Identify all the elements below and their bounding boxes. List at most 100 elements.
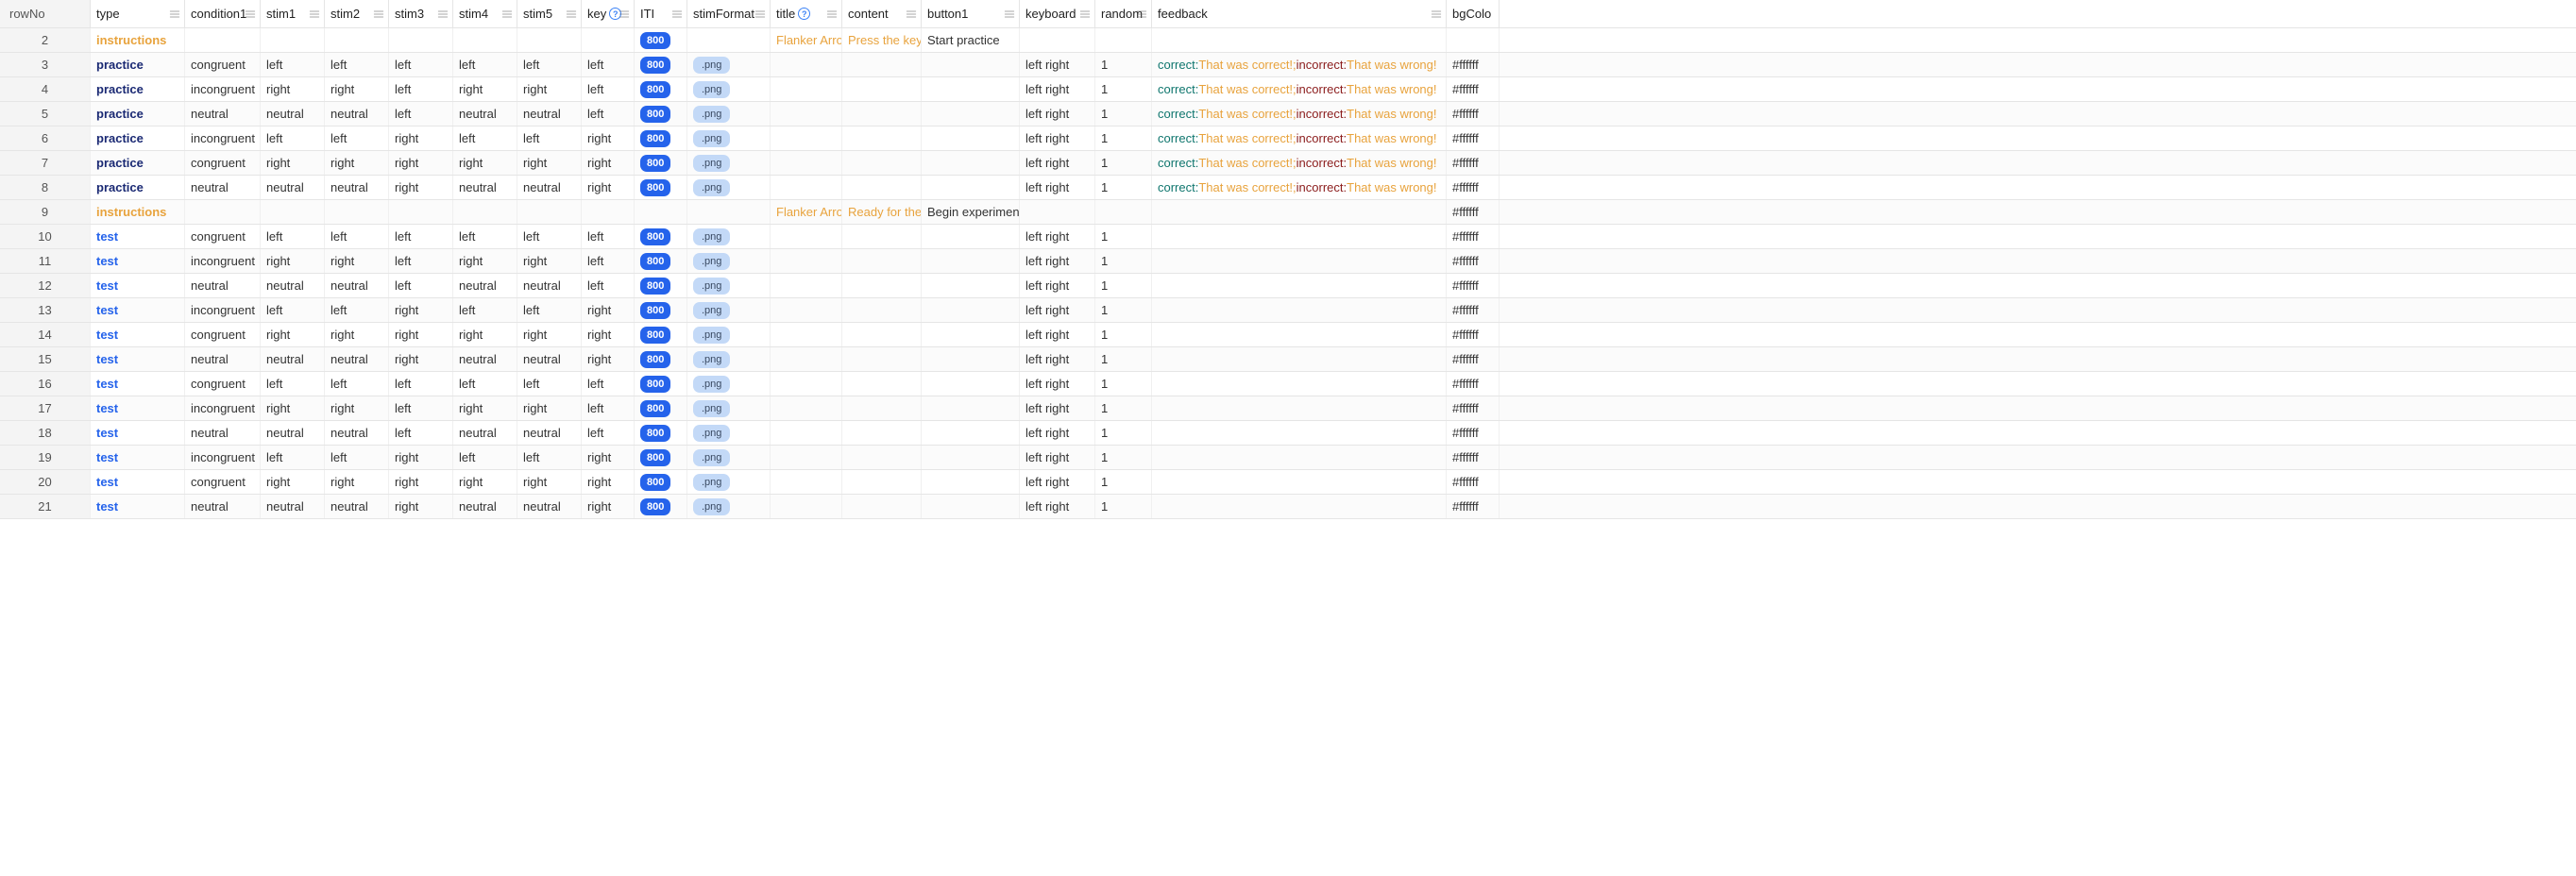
cell-stim4[interactable] — [453, 200, 517, 224]
cell-title[interactable] — [771, 102, 842, 126]
cell-stim3[interactable] — [389, 28, 453, 52]
cell-bgColo[interactable]: #ffffff — [1447, 347, 1500, 371]
cell-rowNo[interactable]: 6 — [0, 126, 91, 150]
cell-stim5[interactable]: left — [517, 372, 582, 396]
cell-stim5[interactable]: right — [517, 323, 582, 346]
header-type[interactable]: type — [91, 0, 185, 27]
cell-key[interactable]: right — [582, 323, 635, 346]
cell-stim2[interactable]: neutral — [325, 347, 389, 371]
header-stimFormat[interactable]: stimFormat — [687, 0, 771, 27]
cell-key[interactable]: left — [582, 421, 635, 445]
cell-stimFormat[interactable]: .png — [687, 298, 771, 322]
cell-key[interactable]: left — [582, 396, 635, 420]
cell-stim5[interactable]: neutral — [517, 274, 582, 297]
cell-random[interactable]: 1 — [1095, 446, 1152, 469]
cell-stim4[interactable]: right — [453, 249, 517, 273]
cell-stim1[interactable]: left — [261, 298, 325, 322]
cell-key[interactable]: left — [582, 274, 635, 297]
cell-ITI[interactable]: 800 — [635, 126, 687, 150]
header-button1[interactable]: button1 — [922, 0, 1020, 27]
cell-random[interactable]: 1 — [1095, 372, 1152, 396]
cell-stim1[interactable] — [261, 200, 325, 224]
cell-random[interactable]: 1 — [1095, 470, 1152, 494]
column-menu-icon[interactable] — [671, 8, 683, 20]
cell-bgColo[interactable]: #ffffff — [1447, 53, 1500, 76]
cell-stim2[interactable]: left — [325, 225, 389, 248]
cell-button1[interactable] — [922, 274, 1020, 297]
cell-stim3[interactable]: right — [389, 298, 453, 322]
cell-feedback[interactable] — [1152, 495, 1447, 518]
cell-stimFormat[interactable]: .png — [687, 126, 771, 150]
cell-title[interactable] — [771, 274, 842, 297]
cell-key[interactable]: left — [582, 372, 635, 396]
cell-key[interactable]: right — [582, 126, 635, 150]
cell-rowNo[interactable]: 7 — [0, 151, 91, 175]
header-condition1[interactable]: condition1 — [185, 0, 261, 27]
cell-bgColo[interactable]: #ffffff — [1447, 274, 1500, 297]
cell-ITI[interactable] — [635, 200, 687, 224]
cell-stimFormat[interactable]: .png — [687, 274, 771, 297]
cell-rowNo[interactable]: 12 — [0, 274, 91, 297]
cell-title[interactable] — [771, 126, 842, 150]
cell-feedback[interactable] — [1152, 347, 1447, 371]
cell-title[interactable] — [771, 249, 842, 273]
cell-rowNo[interactable]: 10 — [0, 225, 91, 248]
cell-content[interactable] — [842, 446, 922, 469]
cell-key[interactable]: left — [582, 249, 635, 273]
cell-rowNo[interactable]: 14 — [0, 323, 91, 346]
cell-content[interactable]: Press the key — [842, 28, 922, 52]
cell-keyboard[interactable] — [1020, 28, 1095, 52]
cell-stim4[interactable]: right — [453, 323, 517, 346]
cell-stim2[interactable]: right — [325, 151, 389, 175]
cell-random[interactable]: 1 — [1095, 274, 1152, 297]
cell-random[interactable]: 1 — [1095, 77, 1152, 101]
cell-stimFormat[interactable] — [687, 200, 771, 224]
column-menu-icon[interactable] — [619, 8, 630, 20]
cell-feedback[interactable] — [1152, 249, 1447, 273]
cell-stim5[interactable]: right — [517, 77, 582, 101]
cell-stimFormat[interactable]: .png — [687, 176, 771, 199]
cell-stim3[interactable]: left — [389, 225, 453, 248]
cell-button1[interactable] — [922, 323, 1020, 346]
cell-stim3[interactable]: right — [389, 323, 453, 346]
cell-stim4[interactable]: neutral — [453, 495, 517, 518]
cell-ITI[interactable]: 800 — [635, 372, 687, 396]
cell-stimFormat[interactable]: .png — [687, 470, 771, 494]
cell-stimFormat[interactable] — [687, 28, 771, 52]
cell-stim4[interactable]: right — [453, 396, 517, 420]
column-menu-icon[interactable] — [1079, 8, 1091, 20]
cell-keyboard[interactable] — [1020, 200, 1095, 224]
cell-button1[interactable] — [922, 372, 1020, 396]
cell-type[interactable]: test — [91, 323, 185, 346]
cell-condition1[interactable]: neutral — [185, 495, 261, 518]
header-bgColo[interactable]: bgColo — [1447, 0, 1500, 27]
cell-stim2[interactable]: neutral — [325, 176, 389, 199]
header-keyboard[interactable]: keyboard — [1020, 0, 1095, 27]
cell-button1[interactable] — [922, 298, 1020, 322]
cell-title[interactable]: Flanker Arro — [771, 200, 842, 224]
cell-feedback[interactable] — [1152, 323, 1447, 346]
cell-key[interactable]: right — [582, 347, 635, 371]
cell-ITI[interactable]: 800 — [635, 470, 687, 494]
cell-condition1[interactable] — [185, 28, 261, 52]
cell-stim1[interactable]: right — [261, 470, 325, 494]
cell-stim5[interactable] — [517, 28, 582, 52]
column-menu-icon[interactable] — [566, 8, 577, 20]
header-random[interactable]: random — [1095, 0, 1152, 27]
cell-rowNo[interactable]: 15 — [0, 347, 91, 371]
cell-stim3[interactable]: left — [389, 396, 453, 420]
cell-type[interactable]: practice — [91, 102, 185, 126]
cell-ITI[interactable]: 800 — [635, 77, 687, 101]
cell-rowNo[interactable]: 4 — [0, 77, 91, 101]
cell-stim1[interactable]: neutral — [261, 421, 325, 445]
cell-stim2[interactable]: right — [325, 249, 389, 273]
cell-stim1[interactable]: neutral — [261, 347, 325, 371]
cell-stimFormat[interactable]: .png — [687, 151, 771, 175]
cell-bgColo[interactable]: #ffffff — [1447, 200, 1500, 224]
cell-bgColo[interactable]: #ffffff — [1447, 470, 1500, 494]
cell-stim3[interactable] — [389, 200, 453, 224]
cell-content[interactable] — [842, 421, 922, 445]
header-key[interactable]: key? — [582, 0, 635, 27]
cell-random[interactable]: 1 — [1095, 176, 1152, 199]
cell-title[interactable] — [771, 298, 842, 322]
